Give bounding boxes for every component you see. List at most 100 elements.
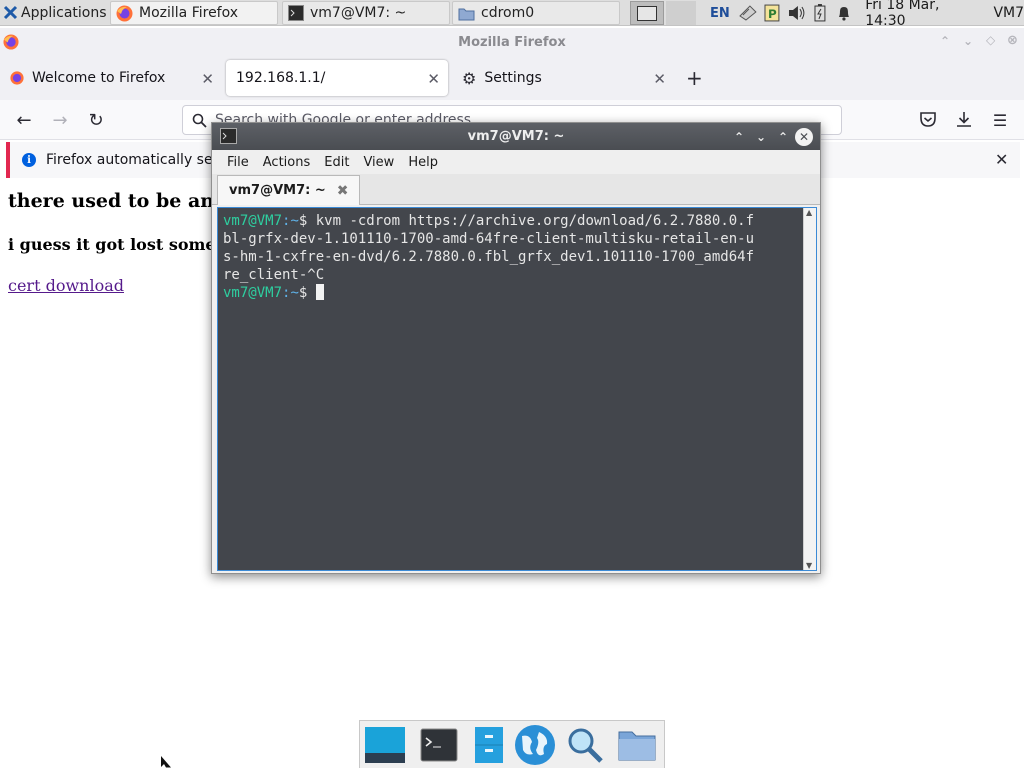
scroll-down-icon[interactable]: ▼ — [806, 561, 812, 570]
tab-router[interactable]: 192.168.1.1/ ✕ — [226, 60, 448, 96]
terminal-tab-label: vm7@VM7: ~ — [229, 183, 326, 198]
terminal-screen[interactable]: vm7@VM7:~$ kvm -cdrom https://archive.or… — [217, 207, 817, 571]
workspace-thumb-icon — [637, 5, 657, 21]
workspace-switcher-2[interactable] — [666, 1, 696, 25]
tab-welcome[interactable]: Welcome to Firefox ✕ — [0, 60, 222, 96]
maximize-icon[interactable]: ◇ — [986, 33, 995, 47]
tab-welcome-label: Welcome to Firefox — [32, 70, 166, 86]
minimize-icon[interactable]: ⌄ — [752, 128, 770, 146]
prompt-path: :~ — [282, 213, 299, 229]
command-line-4: re_client-^C — [223, 267, 325, 283]
applications-menu-button[interactable]: Applications ☰ — [0, 0, 123, 26]
minimize-icon[interactable]: ⌄ — [963, 34, 973, 48]
workspace-switcher-1[interactable] — [630, 1, 664, 25]
firefox-window-title: Mozilla Firefox — [458, 34, 566, 50]
terminal-window-icon — [220, 128, 237, 144]
cert-download-link[interactable]: cert download — [8, 276, 124, 295]
pocket-icon[interactable] — [919, 111, 937, 128]
folder-icon — [458, 8, 475, 20]
tab-router-label: 192.168.1.1/ — [236, 70, 326, 86]
gear-icon: ⚙ — [462, 68, 477, 88]
close-tab-icon[interactable]: ✕ — [427, 70, 440, 88]
page-heading-2: i guess it got lost some — [8, 235, 216, 254]
dock-search[interactable] — [563, 724, 607, 766]
battery-icon[interactable] — [813, 4, 827, 22]
new-tab-button[interactable]: + — [686, 66, 703, 90]
text-cursor — [315, 284, 324, 300]
prompt-path: :~ — [282, 285, 299, 301]
clock[interactable]: Fri 18 Mar, 14:30 — [865, 0, 983, 29]
menu-file[interactable]: File — [220, 155, 256, 170]
notification-bell-icon[interactable] — [837, 5, 851, 21]
dock-web-browser[interactable] — [513, 724, 557, 766]
volume-icon[interactable] — [788, 5, 806, 21]
taskbar-cdrom[interactable]: cdrom0 — [452, 1, 620, 25]
menu-view[interactable]: View — [356, 155, 401, 170]
terminal-scrollbar[interactable]: ▲ ▼ — [803, 208, 816, 570]
close-window-icon[interactable]: ⊗ — [1007, 33, 1018, 48]
back-button[interactable]: ← — [12, 108, 36, 132]
prompt-user: vm7@VM7 — [223, 285, 283, 301]
mouse-pointer-icon — [161, 756, 171, 768]
reload-button[interactable]: ↻ — [84, 108, 108, 132]
close-tab-icon[interactable]: ✖ — [337, 183, 349, 199]
terminal-icon — [288, 5, 304, 21]
info-icon: i — [22, 153, 36, 167]
firefox-icon — [116, 5, 133, 21]
terminal-titlebar[interactable]: vm7@VM7: ~ ⌃ ⌄ ⌃ ✕ — [212, 123, 820, 150]
command-line-3: s-hm-1-cxfre-en-dvd/6.2.7880.0.fbl_grfx_… — [223, 249, 755, 265]
applications-label: Applications — [21, 4, 107, 21]
network-icon[interactable] — [738, 4, 758, 22]
terminal-title: vm7@VM7: ~ — [467, 129, 565, 144]
notification-text: Firefox automatically sends some data to… — [46, 152, 232, 168]
close-tab-icon[interactable]: ✕ — [201, 70, 214, 88]
keyboard-layout-indicator[interactable]: EN — [710, 6, 730, 21]
firefox-titlebar: Mozilla Firefox ⌃ ⌄ ◇ ⊗ — [0, 28, 1024, 56]
app-menu-button[interactable]: ☰ — [988, 108, 1012, 132]
menu-actions[interactable]: Actions — [256, 155, 318, 170]
tab-settings[interactable]: ⚙ Settings ✕ — [452, 60, 674, 96]
taskbar-firefox[interactable]: Mozilla Firefox — [110, 1, 278, 25]
command-line-1: kvm -cdrom https://archive.org/download/… — [315, 213, 755, 229]
menu-help[interactable]: Help — [401, 155, 445, 170]
dock-file-manager[interactable] — [467, 724, 511, 766]
menu-edit[interactable]: Edit — [317, 155, 356, 170]
prompt-user: vm7@VM7 — [223, 213, 283, 229]
system-tray: EN P Fri 18 Mar, 14:30 VM7 — [710, 0, 1024, 29]
firefox-window-icon — [3, 34, 19, 50]
prompt-symbol: $ — [298, 285, 316, 301]
user-menu[interactable]: VM7 — [993, 5, 1024, 21]
taskbar-cdrom-label: cdrom0 — [481, 5, 535, 21]
maximize-icon[interactable]: ⌃ — [774, 128, 792, 146]
firefox-tab-icon — [10, 71, 24, 85]
file-cabinet-icon — [475, 727, 503, 763]
taskbar-firefox-label: Mozilla Firefox — [139, 5, 239, 21]
forward-button[interactable]: → — [48, 108, 72, 132]
globe-icon — [515, 725, 555, 765]
close-tab-icon[interactable]: ✕ — [653, 70, 666, 88]
terminal-icon — [420, 728, 458, 762]
taskbar-terminal[interactable]: vm7@VM7: ~ — [282, 1, 450, 25]
page-heading-1: there used to be an — [8, 190, 215, 212]
taskbar-terminal-label: vm7@VM7: ~ — [310, 5, 407, 21]
terminal-menubar: File Actions Edit View Help — [212, 150, 820, 174]
terminal-output: vm7@VM7:~$ kvm -cdrom https://archive.or… — [223, 212, 798, 302]
dock-show-desktop[interactable] — [363, 724, 407, 766]
clipboard-p-icon[interactable]: P — [764, 4, 780, 22]
folder-icon — [618, 731, 656, 761]
scroll-up-icon[interactable]: ▲ — [806, 208, 812, 217]
keep-above-icon[interactable]: ⌃ — [730, 128, 748, 146]
terminal-tab[interactable]: vm7@VM7: ~ ✖ — [217, 175, 360, 205]
prompt-symbol: $ — [298, 213, 316, 229]
dock-terminal[interactable] — [417, 724, 461, 766]
close-notification-icon[interactable]: ✕ — [995, 150, 1008, 169]
close-icon[interactable]: ✕ — [795, 128, 813, 146]
svg-text:P: P — [768, 7, 777, 21]
keep-above-icon[interactable]: ⌃ — [940, 34, 950, 48]
dock-home-folder[interactable] — [615, 724, 659, 766]
terminal-tabbar: vm7@VM7: ~ ✖ — [212, 174, 820, 205]
bottom-dock — [359, 720, 665, 768]
show-desktop-icon — [365, 727, 405, 763]
downloads-icon[interactable] — [955, 110, 973, 128]
magnifier-icon — [568, 728, 603, 763]
